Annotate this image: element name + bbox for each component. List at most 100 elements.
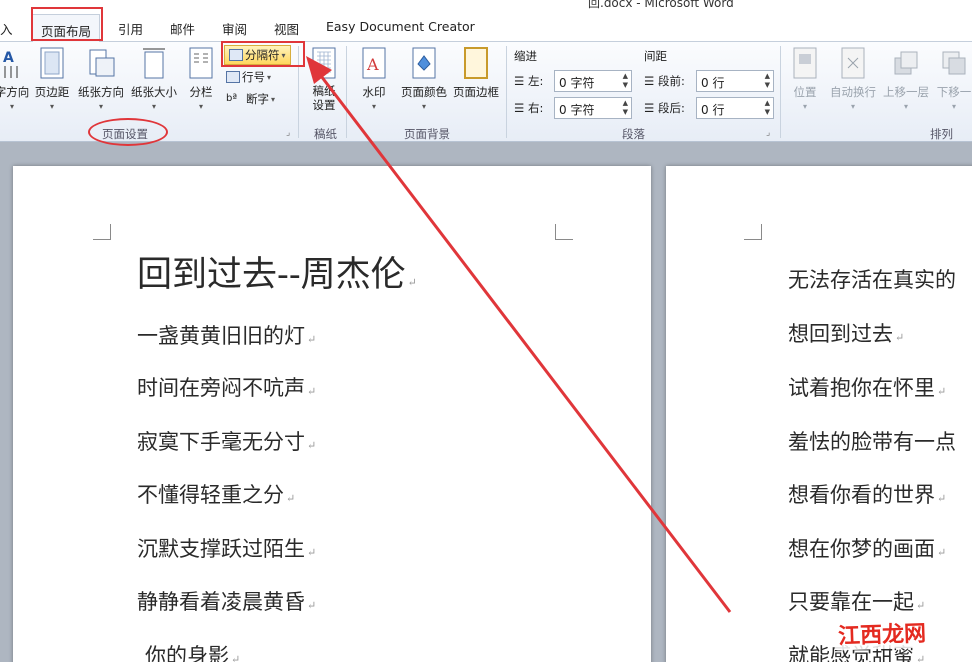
margin-corner-mark bbox=[93, 224, 111, 240]
tab-easy-document-creator[interactable]: Easy Document Creator bbox=[326, 19, 475, 34]
page-color-label: 页面颜色 bbox=[401, 85, 447, 99]
lyric-line: 一盏黄黄旧旧的灯 ↵ bbox=[137, 324, 317, 348]
annotation-highlight-breaks-button bbox=[221, 41, 305, 67]
page-setup-launcher-icon[interactable]: ⌟ bbox=[286, 128, 290, 138]
send-backward-button[interactable]: 下移一 ▾ bbox=[932, 46, 972, 111]
indent-right-value: 0 字符 bbox=[559, 103, 595, 117]
chevron-down-icon: ▾ bbox=[850, 102, 855, 111]
orientation-icon bbox=[86, 46, 116, 80]
spinner-arrows-icon[interactable]: ▲ ▼ bbox=[623, 99, 628, 117]
tab-mailings[interactable]: 邮件 bbox=[170, 19, 195, 38]
position-label: 位置 bbox=[793, 85, 817, 99]
lyric-line: 羞怯的脸带有一点 bbox=[788, 430, 956, 454]
page-borders-button[interactable]: 页面边框 bbox=[450, 46, 502, 100]
page-background-group-label: 页面背景 bbox=[404, 127, 450, 141]
orientation-button[interactable]: 纸张方向 ▾ bbox=[76, 46, 126, 111]
document-page-2[interactable]: 无法存活在真实的 想回到过去 ↵ 试着抱你在怀里 ↵ 羞怯的脸带有一点 想看你看的世… bbox=[666, 166, 972, 662]
indent-left-label: ☰ 左: bbox=[514, 74, 544, 88]
tab-review[interactable]: 审阅 bbox=[222, 19, 247, 38]
chevron-down-icon: ▾ bbox=[903, 102, 908, 111]
indent-right-icon: ☰ bbox=[514, 101, 525, 115]
tab-insert[interactable]: 入 bbox=[0, 19, 13, 38]
text-direction-button[interactable]: A 字方向 ▾ bbox=[0, 46, 32, 111]
columns-label: 分栏 bbox=[189, 85, 213, 99]
page-color-button[interactable]: 页面颜色 ▾ bbox=[398, 46, 450, 111]
text-direction-label: 字方向 bbox=[0, 85, 30, 99]
indent-right-label: ☰ 右: bbox=[514, 101, 544, 115]
chevron-down-icon: ▾ bbox=[421, 102, 426, 111]
paragraph-group-label: 段落 bbox=[622, 127, 645, 141]
columns-button[interactable]: 分栏 ▾ bbox=[184, 46, 218, 111]
chevron-down-icon: ▾ bbox=[271, 94, 276, 104]
wrap-text-icon bbox=[838, 46, 868, 80]
margin-corner-mark bbox=[555, 224, 573, 240]
watermark-button[interactable]: A 水印 ▾ bbox=[356, 46, 392, 111]
site-watermark: 江西龙网 bbox=[833, 615, 931, 651]
lyric-line: 寂寞下手毫无分寸 ↵ bbox=[137, 430, 317, 454]
bring-forward-icon bbox=[891, 46, 921, 80]
spinner-arrows-icon[interactable]: ▲ ▼ bbox=[765, 99, 770, 117]
title-bar: 回.docx - Microsoft Word bbox=[0, 0, 972, 14]
space-after-input[interactable]: 0 行 ▲ ▼ bbox=[696, 97, 774, 119]
spinner-arrows-icon[interactable]: ▲ ▼ bbox=[765, 72, 770, 90]
page-size-icon bbox=[139, 46, 169, 80]
position-button[interactable]: 位置 ▾ bbox=[788, 46, 822, 111]
orientation-label: 纸张方向 bbox=[78, 85, 124, 99]
chevron-down-icon: ▾ bbox=[198, 102, 203, 111]
hyphenation-icon: bª bbox=[226, 93, 238, 104]
manuscript-settings-label: 稿纸设置 bbox=[312, 84, 336, 112]
columns-icon bbox=[186, 46, 216, 80]
space-before-input[interactable]: 0 行 ▲ ▼ bbox=[696, 70, 774, 92]
manuscript-group-label: 稿纸 bbox=[314, 127, 337, 141]
line-numbers-button[interactable]: 行号 ▾ bbox=[226, 69, 271, 85]
window-title: 回.docx - Microsoft Word bbox=[588, 0, 734, 10]
chevron-down-icon: ▾ bbox=[9, 102, 14, 111]
svg-text:A: A bbox=[3, 50, 14, 66]
lyric-line: 静静看着凌晨黄昏 ↵ bbox=[137, 590, 317, 614]
spacing-header: 间距 bbox=[644, 49, 667, 63]
chevron-down-icon: ▾ bbox=[802, 102, 807, 111]
wrap-text-button[interactable]: 自动换行 ▾ bbox=[828, 46, 878, 111]
lyric-line: 只要靠在一起 ↵ bbox=[788, 590, 926, 614]
tab-references[interactable]: 引用 bbox=[118, 19, 143, 38]
indent-header: 缩进 bbox=[514, 49, 537, 63]
song-title: 回到过去--周杰伦 ↵ bbox=[137, 255, 417, 295]
hyphenation-button[interactable]: bª 断字 ▾ bbox=[226, 91, 275, 107]
lyric-line: 想在你梦的画面 ↵ bbox=[788, 537, 947, 561]
annotation-highlight-page-layout-tab bbox=[31, 7, 103, 41]
tab-view[interactable]: 视图 bbox=[274, 19, 299, 38]
paragraph-launcher-icon[interactable]: ⌟ bbox=[766, 128, 770, 138]
manuscript-settings-button[interactable]: 稿纸设置 bbox=[306, 46, 342, 112]
indent-left-input[interactable]: 0 字符 ▲ ▼ bbox=[554, 70, 632, 92]
page-borders-label: 页面边框 bbox=[453, 85, 499, 99]
lyric-line: 无法存活在真实的 bbox=[788, 268, 956, 292]
position-icon bbox=[790, 46, 820, 80]
document-page-1[interactable]: 回到过去--周杰伦 ↵ 一盏黄黄旧旧的灯 ↵ 时间在旁闷不吭声 ↵ 寂寞下手毫无分寸 ↵… bbox=[13, 166, 651, 662]
line-numbers-icon bbox=[226, 71, 240, 83]
lyric-line: 不懂得轻重之分 ↵ bbox=[137, 483, 296, 507]
line-numbers-label: 行号 bbox=[242, 70, 265, 84]
bring-forward-button[interactable]: 上移一层 ▾ bbox=[880, 46, 932, 111]
space-after-label: ☰ 段后: bbox=[644, 101, 685, 115]
lyric-line: 你的身影 ↵ bbox=[145, 644, 241, 662]
ribbon-tab-bar: 入 页面布局 引用 邮件 审阅 视图 Easy Document Creator bbox=[0, 14, 972, 43]
chevron-down-icon: ▾ bbox=[951, 102, 956, 111]
text-direction-icon: A bbox=[0, 46, 27, 80]
margins-icon bbox=[37, 46, 67, 80]
watermark-icon: A bbox=[359, 46, 389, 80]
svg-text:A: A bbox=[366, 55, 379, 74]
space-before-label: ☰ 段前: bbox=[644, 74, 685, 88]
size-button[interactable]: 纸张大小 ▾ bbox=[128, 46, 180, 111]
chevron-down-icon: ▾ bbox=[267, 72, 272, 82]
spinner-arrows-icon[interactable]: ▲ ▼ bbox=[623, 72, 628, 90]
indent-right-input[interactable]: 0 字符 ▲ ▼ bbox=[554, 97, 632, 119]
chevron-down-icon: ▾ bbox=[49, 102, 54, 111]
space-before-icon: ☰ bbox=[644, 74, 655, 88]
indent-left-icon: ☰ bbox=[514, 74, 525, 88]
lyric-line: 试着抱你在怀里 ↵ bbox=[788, 376, 947, 400]
wrap-text-label: 自动换行 bbox=[830, 85, 876, 99]
paint-bucket-icon bbox=[409, 46, 439, 80]
send-backward-label: 下移一 bbox=[936, 85, 972, 99]
space-before-value: 0 行 bbox=[701, 76, 725, 90]
margins-button[interactable]: 页边距 ▾ bbox=[32, 46, 72, 111]
